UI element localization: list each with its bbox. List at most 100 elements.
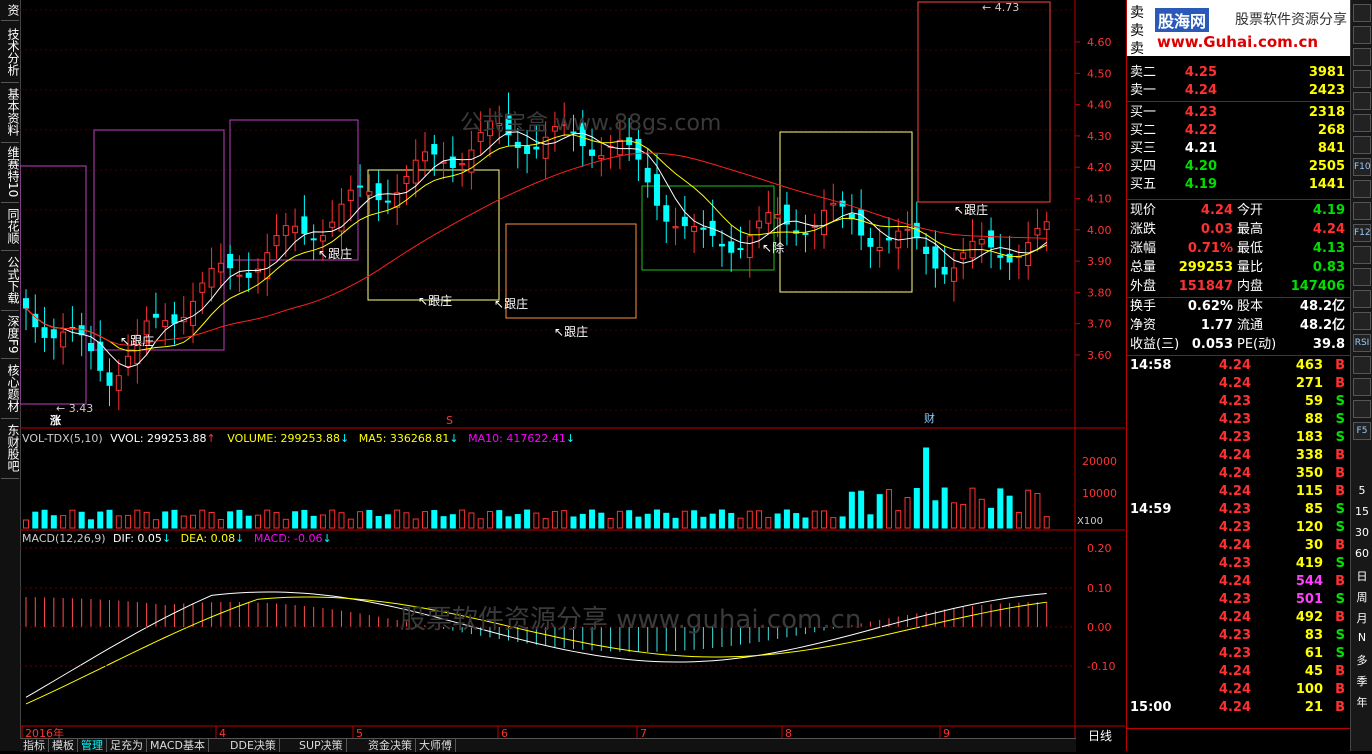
toolbar-icon[interactable]: [1353, 268, 1371, 286]
guhai-logo[interactable]: 股海网 股票软件资源分享 www.Guhai.com.cn 卖卖卖: [1127, 0, 1351, 57]
stats-row: 总量 299253 量比 0.83: [1127, 259, 1351, 277]
toolbar-icon[interactable]: [1353, 4, 1371, 22]
period-button[interactable]: 5: [1354, 484, 1370, 497]
bottom-tab[interactable]: 资金决策: [365, 739, 416, 752]
bottom-tab[interactable]: 管理: [78, 739, 107, 752]
toolbar-icon[interactable]: [1353, 92, 1371, 110]
left-tab-ths[interactable]: 同花顺: [1, 202, 20, 251]
left-tab-basic[interactable]: 基本资料: [1, 82, 20, 143]
toolbar-icon[interactable]: F5: [1353, 422, 1371, 440]
left-tab-tech[interactable]: 技术分析: [1, 22, 20, 83]
order-book-row: 卖一 4.24 2423: [1127, 82, 1351, 100]
period-button[interactable]: 15: [1354, 505, 1370, 518]
volume-bar: [774, 513, 781, 529]
candle-body: [960, 252, 967, 260]
tick-side: S: [1335, 502, 1345, 517]
bottom-tab[interactable]: 模板: [49, 739, 78, 752]
period-button[interactable]: 周: [1354, 589, 1370, 605]
volume-bar: [793, 513, 800, 529]
left-tab-deep[interactable]: 深度F9: [1, 310, 20, 359]
volume-bar: [514, 514, 521, 529]
candle-body: [681, 216, 688, 227]
tick-row: 4.23 120 S: [1127, 519, 1351, 537]
tick-row: 14:59 4.23 85 S: [1127, 501, 1351, 519]
left-tab-formula[interactable]: 公式下载: [1, 250, 20, 311]
candle-body: [449, 156, 456, 168]
order-volume: 3981: [1308, 65, 1345, 80]
toolbar-icon[interactable]: [1353, 400, 1371, 418]
volume-bar: [570, 516, 577, 529]
volume-bar: [180, 515, 187, 529]
toolbar-icon[interactable]: RSI: [1353, 334, 1371, 352]
candle-body: [412, 159, 419, 184]
order-volume: 268: [1317, 123, 1345, 138]
candle-body: [125, 355, 132, 367]
volume-bar: [895, 510, 902, 529]
tick-price: 4.24: [1218, 484, 1251, 499]
period-button[interactable]: N: [1354, 631, 1370, 644]
toolbar-icon[interactable]: [1353, 290, 1371, 308]
tick-volume: 61: [1304, 646, 1323, 661]
period-button[interactable]: 30: [1354, 526, 1370, 539]
toolbar-icon[interactable]: [1353, 114, 1371, 132]
candle-body: [653, 174, 660, 206]
toolbar-icon[interactable]: [1353, 70, 1371, 88]
volume-bar: [533, 512, 540, 529]
left-tab-weisaite[interactable]: 维赛特10: [1, 142, 20, 203]
period-button[interactable]: 年: [1354, 694, 1370, 710]
volume-bar: [69, 509, 76, 529]
order-label: 卖一: [1130, 83, 1157, 98]
period-button[interactable]: 多: [1354, 652, 1370, 668]
period-button[interactable]: 月: [1354, 610, 1370, 626]
left-tab-core[interactable]: 核心题材: [1, 358, 20, 419]
toolbar-icon[interactable]: [1353, 246, 1371, 264]
candle-body: [589, 149, 596, 156]
tick-volume: 115: [1295, 484, 1323, 499]
period-label[interactable]: 日线: [1076, 729, 1124, 751]
toolbar-icon[interactable]: [1353, 26, 1371, 44]
bottom-tab[interactable]: MACD基本: [147, 739, 209, 752]
volume-bar: [292, 511, 299, 529]
bottom-tab[interactable]: 指标: [20, 739, 49, 752]
stat-value: 4.13: [1312, 241, 1345, 256]
bottom-tab[interactable]: DDE决策: [227, 739, 280, 752]
stat-value: 1.77: [1200, 318, 1233, 333]
toolbar-icon[interactable]: [1353, 312, 1371, 330]
candle-body: [691, 225, 698, 232]
chart-area[interactable]: 4.60 4.50 4.40 4.30 4.20 4.10 4.00 3.90 3.80 3.70…: [19, 0, 1125, 751]
bottom-tab[interactable]: SUP决策: [296, 739, 347, 752]
period-button[interactable]: 季: [1354, 673, 1370, 689]
period-button[interactable]: 日: [1354, 568, 1370, 584]
bottom-tab[interactable]: 足充为: [107, 739, 147, 752]
tick-volume: 271: [1295, 376, 1323, 391]
vol-header: VOL-TDX(5,10) VVOL: 299253.88↑ VOLUME: 2…: [22, 432, 575, 445]
toolbar-icon[interactable]: F10: [1353, 158, 1371, 176]
candle-body: [941, 266, 948, 275]
volume-bar: [765, 516, 772, 529]
toolbar-icon[interactable]: F12: [1353, 224, 1371, 242]
toolbar-icon[interactable]: [1353, 48, 1371, 66]
candle-body: [997, 255, 1004, 258]
stats-row: 外盘 151847 内盘 147406: [1127, 278, 1351, 296]
tick-price: 4.23: [1218, 412, 1251, 427]
kline-chart-svg[interactable]: 4.60 4.50 4.40 4.30 4.20 4.10 4.00 3.90 3.80 3.70…: [19, 0, 1125, 751]
toolbar-icon[interactable]: [1353, 378, 1371, 396]
bottom-tab[interactable]: 大师傅: [416, 739, 456, 752]
toolbar-icon[interactable]: [1353, 180, 1371, 198]
right-toolbar: F10 F12 RSI F5 5 15 30 60 日周月 N 多季年: [1350, 0, 1372, 751]
tick-row: 15:00 4.24 21 B: [1127, 699, 1351, 717]
zone-box: [917, 1, 1051, 203]
toolbar-icon[interactable]: [1353, 136, 1371, 154]
tick-price: 4.23: [1218, 646, 1251, 661]
candle-body: [431, 144, 438, 155]
stats-row: 现价 4.24 今开 4.19: [1127, 202, 1351, 220]
left-tab-guba[interactable]: 东财股吧: [1, 418, 20, 479]
toolbar-icon[interactable]: [1353, 202, 1371, 220]
stat-value: 4.24: [1200, 203, 1233, 218]
toolbar-icon[interactable]: [1353, 356, 1371, 374]
tick-side: S: [1335, 556, 1345, 571]
order-price: 4.23: [1184, 105, 1217, 120]
volume-bar: [412, 518, 419, 529]
period-button[interactable]: 60: [1354, 547, 1370, 560]
volume-bar: [589, 509, 596, 529]
